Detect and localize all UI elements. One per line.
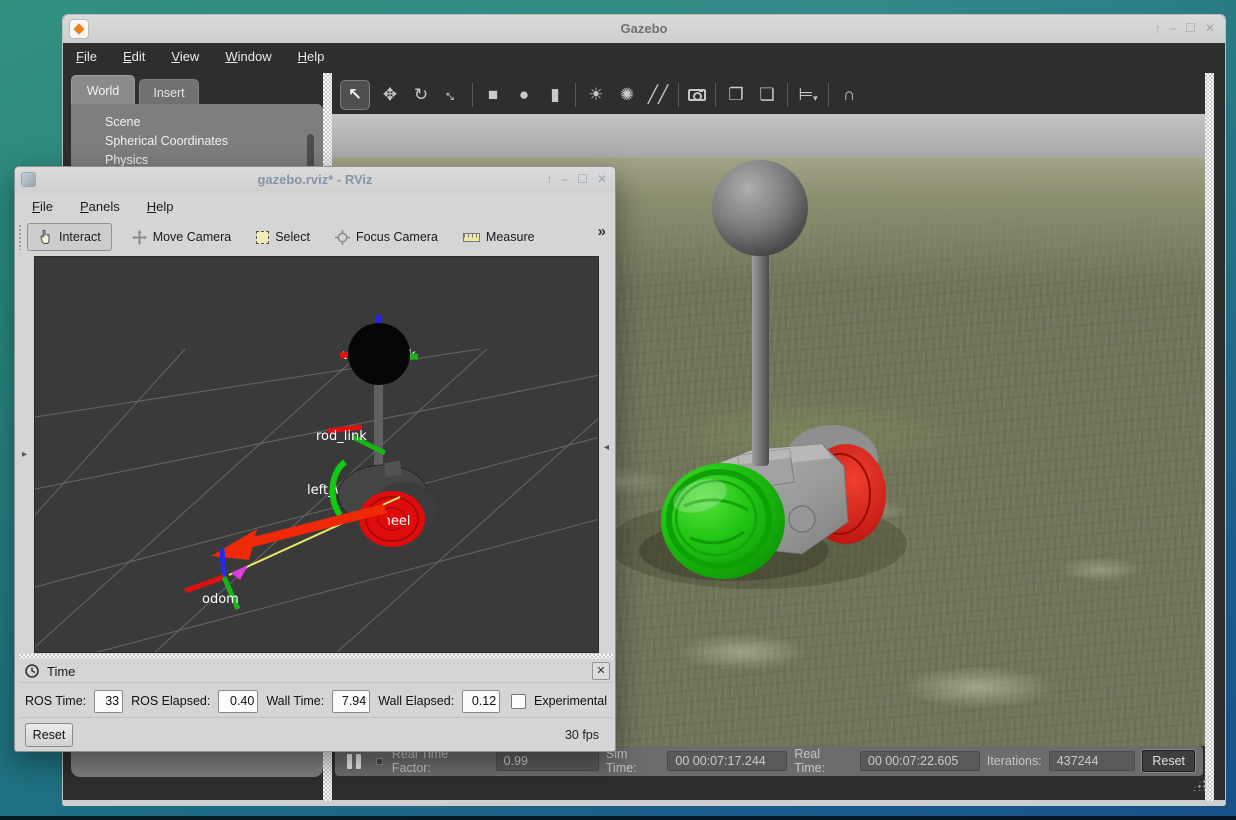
- menu-panels[interactable]: Panels: [80, 199, 120, 214]
- time-panel-footer: Reset 30 fps: [19, 719, 613, 751]
- copy-icon[interactable]: ❐: [725, 86, 747, 103]
- gazebo-menubar: File Edit View Window Help: [63, 43, 1225, 69]
- move-camera-tool-button[interactable]: Move Camera: [127, 223, 237, 251]
- step-icon[interactable]: [376, 758, 383, 765]
- menu-window[interactable]: Window: [225, 49, 271, 64]
- minimize-icon[interactable]: –: [561, 173, 568, 185]
- arrow-select-tool-icon[interactable]: ↖: [340, 80, 370, 110]
- sim-time-value: 00 00:07:17.244: [667, 751, 787, 771]
- rviz-window: gazebo.rviz* - RViz ↑ – ☐ ✕ File Panels …: [14, 166, 616, 752]
- rotate-tool-icon[interactable]: ↻: [410, 86, 432, 103]
- tree-item-spherical-coordinates[interactable]: Spherical Coordinates: [71, 132, 323, 151]
- rod-link-label: rod_link: [316, 429, 367, 444]
- menu-help[interactable]: Help: [298, 49, 325, 64]
- tree-item-scene[interactable]: Scene: [71, 113, 323, 132]
- point-light-icon[interactable]: ☀: [585, 86, 607, 103]
- maximize-icon[interactable]: ☐: [1185, 22, 1196, 34]
- time-panel-header[interactable]: Time ✕: [19, 660, 613, 683]
- directional-light-icon[interactable]: ╱╱: [647, 86, 669, 103]
- experimental-checkbox[interactable]: [511, 694, 526, 709]
- cylinder-shape-icon[interactable]: ▮: [544, 86, 566, 103]
- desktop: Gazebo ↑ – ☐ ✕ File Edit View Window Hel…: [0, 0, 1236, 820]
- tab-insert[interactable]: Insert: [139, 79, 199, 105]
- rviz-reset-button[interactable]: Reset: [25, 723, 73, 747]
- splitter-right[interactable]: [1205, 73, 1214, 801]
- wall-time-input[interactable]: 7.94: [332, 690, 370, 713]
- scale-tool-icon[interactable]: ↔: [438, 81, 466, 109]
- toolbar-overflow-button[interactable]: »: [598, 223, 606, 240]
- move-arrows-icon: [132, 230, 147, 245]
- ruler-icon: [463, 233, 480, 242]
- shade-icon[interactable]: ↑: [546, 173, 552, 185]
- minimize-icon[interactable]: –: [1169, 22, 1176, 34]
- rviz-menubar: File Panels Help: [15, 193, 615, 219]
- gazebo-toolbar: ↖ ✥ ↻ ↔ ■ ● ▮ ☀ ✺ ╱╱ ❐ ❏ ⊨▾ ∩: [332, 75, 1205, 114]
- gazebo-reset-button[interactable]: Reset: [1142, 750, 1195, 772]
- focus-camera-tool-button[interactable]: Focus Camera: [330, 223, 443, 251]
- rviz-scene: weight_link rod_link left_wheel right_wh…: [35, 257, 599, 653]
- shade-icon[interactable]: ↑: [1154, 22, 1160, 34]
- move-camera-label: Move Camera: [153, 230, 232, 244]
- interact-tool-button[interactable]: Interact: [27, 223, 112, 251]
- left-panel-collapse-handle[interactable]: ▸: [22, 449, 27, 460]
- measure-tool-button[interactable]: Measure: [458, 223, 540, 251]
- ros-time-input[interactable]: 33: [94, 690, 123, 713]
- maximize-icon[interactable]: ☐: [577, 173, 588, 185]
- clock-icon: [25, 664, 39, 678]
- interact-label: Interact: [59, 230, 101, 244]
- right-panel-collapse-handle[interactable]: ◂: [604, 442, 609, 453]
- screenshot-camera-icon[interactable]: [688, 89, 706, 101]
- translate-tool-icon[interactable]: ✥: [379, 86, 401, 103]
- menu-help[interactable]: Help: [147, 199, 174, 214]
- odom-frame-label: odom: [202, 592, 239, 607]
- tab-insert-label: Insert: [153, 86, 184, 100]
- box-shape-icon[interactable]: ■: [482, 86, 504, 103]
- joint-magnet-icon[interactable]: ∩: [838, 86, 860, 103]
- menu-view[interactable]: View: [171, 49, 199, 64]
- ros-time-label: ROS Time:: [25, 694, 86, 708]
- time-panel-title: Time: [47, 664, 75, 679]
- tab-world[interactable]: World: [71, 75, 135, 105]
- rviz-3d-viewport[interactable]: weight_link rod_link left_wheel right_wh…: [34, 256, 599, 653]
- paste-icon[interactable]: ❏: [756, 86, 778, 103]
- selection-box-icon: [256, 231, 269, 244]
- real-time-label: Real Time:: [794, 747, 853, 775]
- time-panel-close-button[interactable]: ✕: [592, 662, 610, 680]
- time-panel-fields: ROS Time: 33 ROS Elapsed: 0.40 Wall Time…: [19, 685, 613, 718]
- menu-file[interactable]: File: [32, 199, 53, 214]
- ros-elapsed-input[interactable]: 0.40: [218, 690, 258, 713]
- real-time-value: 00 00:07:22.605: [860, 751, 980, 771]
- align-tool-icon[interactable]: ⊨▾: [797, 86, 819, 103]
- panel-splitter[interactable]: [19, 654, 613, 659]
- select-label: Select: [275, 230, 310, 244]
- experimental-label: Experimental: [534, 694, 607, 708]
- gazebo-titlebar[interactable]: Gazebo ↑ – ☐ ✕: [63, 15, 1225, 43]
- measure-label: Measure: [486, 230, 535, 244]
- spot-light-icon[interactable]: ✺: [616, 86, 638, 103]
- rtf-value: 0.99: [496, 751, 599, 771]
- tab-world-label: World: [87, 84, 119, 98]
- crosshair-icon: [335, 230, 350, 245]
- rviz-toolbar: Interact Move Camera Select Focus Camera: [15, 219, 615, 255]
- wall-elapsed-input[interactable]: 0.12: [462, 690, 500, 713]
- wall-time-label: Wall Time:: [266, 694, 324, 708]
- close-icon[interactable]: ✕: [597, 173, 607, 185]
- rviz-titlebar[interactable]: gazebo.rviz* - RViz ↑ – ☐ ✕: [15, 167, 615, 193]
- ros-elapsed-label: ROS Elapsed:: [131, 694, 210, 708]
- pause-icon[interactable]: [347, 754, 361, 769]
- select-tool-button[interactable]: Select: [251, 223, 315, 251]
- sphere-shape-icon[interactable]: ●: [513, 86, 535, 103]
- iterations-value: 437244: [1049, 751, 1136, 771]
- close-icon[interactable]: ✕: [1205, 22, 1215, 34]
- menu-file[interactable]: File: [76, 49, 97, 64]
- gazebo-window-title: Gazebo: [63, 21, 1225, 36]
- rviz-window-title: gazebo.rviz* - RViz: [15, 172, 615, 187]
- menu-edit[interactable]: Edit: [123, 49, 145, 64]
- wall-elapsed-label: Wall Elapsed:: [378, 694, 454, 708]
- fps-counter: 30 fps: [565, 728, 607, 742]
- iterations-label: Iterations:: [987, 754, 1042, 768]
- hand-icon: [38, 229, 53, 245]
- focus-camera-label: Focus Camera: [356, 230, 438, 244]
